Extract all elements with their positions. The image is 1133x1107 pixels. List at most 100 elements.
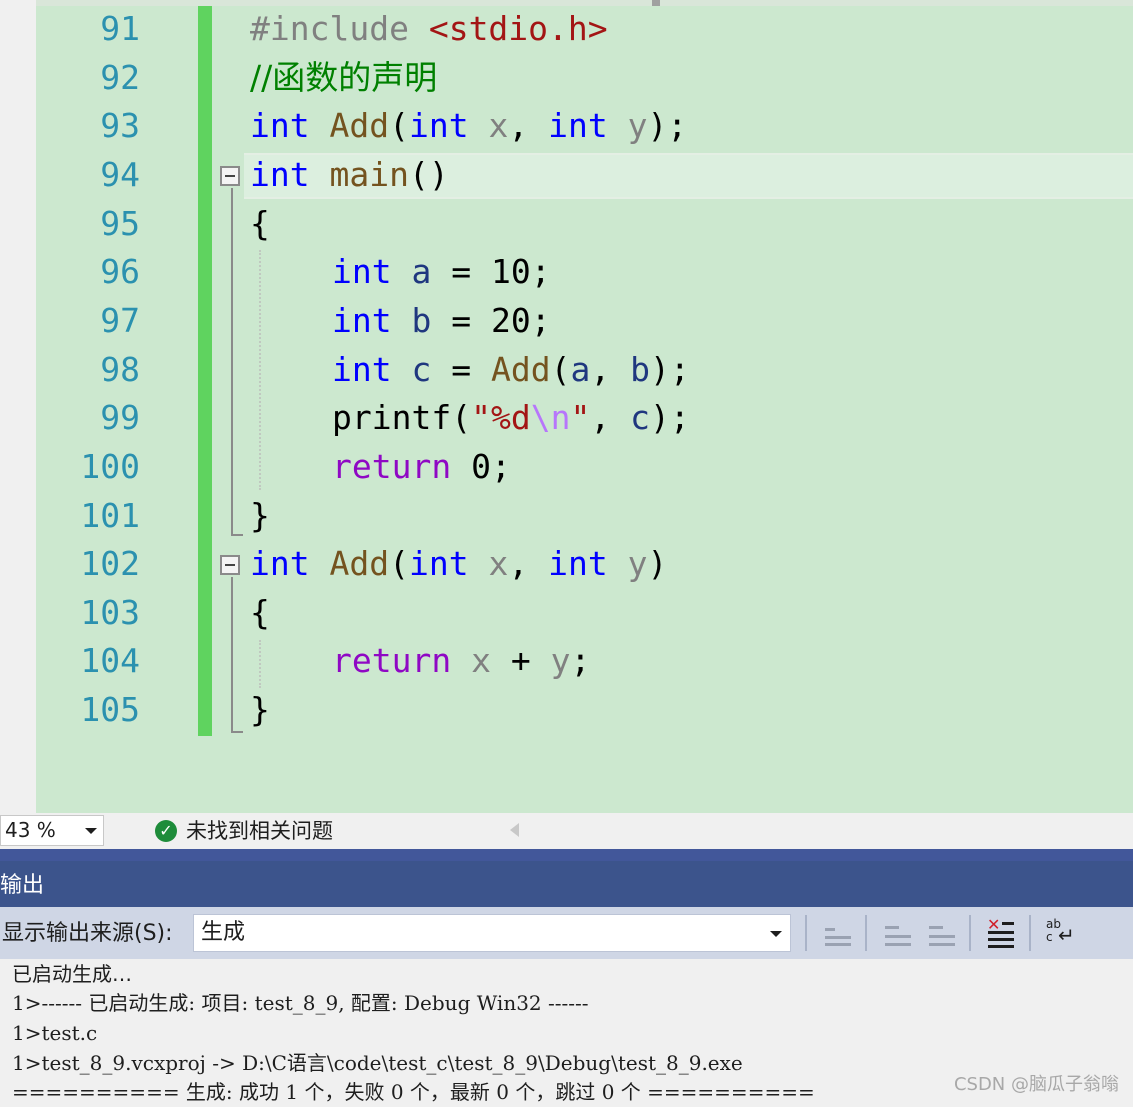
variable: a [411, 252, 432, 291]
collapse-add-icon[interactable] [220, 555, 240, 575]
preprocessor-directive: #include [250, 9, 409, 48]
variable: a [570, 350, 591, 389]
editor-status-bar: 43 % ✓ 未找到相关问题 [0, 813, 1133, 849]
code-line[interactable]: } [250, 492, 270, 540]
dropdown-arrow-icon [770, 931, 782, 937]
punct: , [590, 350, 631, 389]
string: " [570, 398, 591, 437]
variable: c [411, 350, 432, 389]
code-line[interactable]: return x + y; [332, 637, 590, 685]
punct: ( [451, 398, 472, 437]
dropdown-arrow-icon [85, 828, 97, 834]
line-number: 100 [80, 447, 140, 486]
keyword: int [332, 301, 392, 340]
zoom-value: 43 % [5, 818, 56, 842]
number: 20 [490, 301, 531, 340]
punct: , [590, 398, 631, 437]
function-name: main [329, 155, 409, 194]
output-source-select[interactable]: 生成 [193, 914, 791, 952]
watermark: CSDN @脑瓜子翁嗡 [953, 1074, 1119, 1095]
variable: b [411, 301, 432, 340]
function-name: Add [329, 106, 390, 145]
prev-message-icon[interactable] [881, 916, 915, 950]
output-source-value: 生成 [201, 920, 246, 945]
brace: { [250, 204, 270, 243]
line-number: 94 [100, 155, 140, 194]
number: 10 [490, 252, 531, 291]
output-panel-header: 输出 [0, 849, 1133, 907]
collapse-main-icon[interactable] [220, 166, 240, 186]
code-line[interactable]: printf("%d\n", c); [332, 394, 690, 442]
code-line[interactable]: return 0; [332, 443, 511, 491]
comment: //函数的声明 [250, 58, 438, 97]
code-line[interactable]: int a = 10; [332, 248, 551, 296]
issues-status[interactable]: 未找到相关问题 [186, 817, 333, 845]
output-line: 1>test_8_9.vcxproj -> D:\C语言\code\test_c… [12, 1051, 743, 1075]
code-line[interactable]: int Add(int x, int y); [250, 102, 687, 150]
line-number: 103 [80, 593, 140, 632]
code-line[interactable]: { [250, 200, 270, 248]
punct: ( [550, 350, 571, 389]
function-name: printf [332, 398, 452, 437]
fold-end [231, 534, 243, 536]
line-number: 105 [80, 690, 140, 729]
line-number: 95 [100, 204, 140, 243]
parameter: y [627, 106, 648, 145]
parameter: x [471, 641, 491, 680]
brace: } [250, 690, 270, 729]
code-line[interactable]: #include <stdio.h> [250, 5, 608, 53]
next-message-icon[interactable] [925, 916, 959, 950]
panel-title: 输出 [0, 873, 45, 898]
code-line[interactable]: int c = Add(a, b); [332, 346, 690, 394]
variable: c [630, 398, 650, 437]
brace: { [250, 593, 270, 632]
change-tracking-bar [198, 6, 212, 736]
find-message-icon[interactable] [821, 916, 855, 950]
code-line[interactable]: int main() [250, 151, 449, 199]
function-name: Add [490, 350, 551, 389]
operator: = [431, 252, 491, 291]
line-number: 92 [100, 58, 140, 97]
code-line[interactable]: } [250, 686, 270, 734]
keyword: int [250, 544, 310, 583]
scroll-left-icon[interactable] [510, 823, 519, 837]
line-number: 101 [80, 496, 140, 535]
code-editor[interactable]: 91 92 93 94 95 96 97 98 99 100 101 102 1… [0, 0, 1133, 813]
punct: ; [570, 641, 591, 680]
keyword: int [408, 544, 469, 583]
punct: ; [490, 447, 511, 486]
keyword: int [250, 106, 310, 145]
parameter: y [627, 544, 648, 583]
punct: , [508, 106, 549, 145]
line-number: 102 [80, 544, 140, 583]
indent-guide [259, 640, 261, 688]
keyword: int [332, 252, 392, 291]
variable: b [630, 350, 650, 389]
punct: , [508, 544, 549, 583]
punct: ); [647, 106, 688, 145]
output-line: 1>------ 已启动生成: 项目: test_8_9, 配置: Debug … [12, 991, 589, 1015]
line-number: 96 [100, 252, 140, 291]
zoom-dropdown[interactable]: 43 % [0, 815, 104, 846]
punct: ; [530, 301, 551, 340]
code-line[interactable]: int b = 20; [332, 297, 551, 345]
operator: = [431, 350, 491, 389]
escape-sequence: \n [530, 398, 571, 437]
operator: = [431, 301, 491, 340]
keyword: int [332, 350, 392, 389]
word-wrap-icon[interactable]: ab c ↵ [1044, 916, 1078, 950]
number: 0 [451, 447, 491, 486]
code-line[interactable]: //函数的声明 [250, 54, 437, 102]
code-line[interactable]: { [250, 589, 270, 637]
editor-margin [0, 0, 36, 813]
clear-all-icon[interactable]: ✕ [984, 916, 1018, 950]
keyword: int [548, 544, 608, 583]
line-number: 97 [100, 301, 140, 340]
fold-end [231, 731, 243, 733]
output-line: 1>test.c [12, 1021, 98, 1045]
code-line[interactable]: int Add(int x, int y) [250, 540, 667, 588]
output-source-label: 显示输出来源(S): [2, 921, 173, 946]
line-number: 93 [100, 106, 140, 145]
punct: ( [389, 106, 409, 145]
fold-guide [231, 188, 233, 536]
